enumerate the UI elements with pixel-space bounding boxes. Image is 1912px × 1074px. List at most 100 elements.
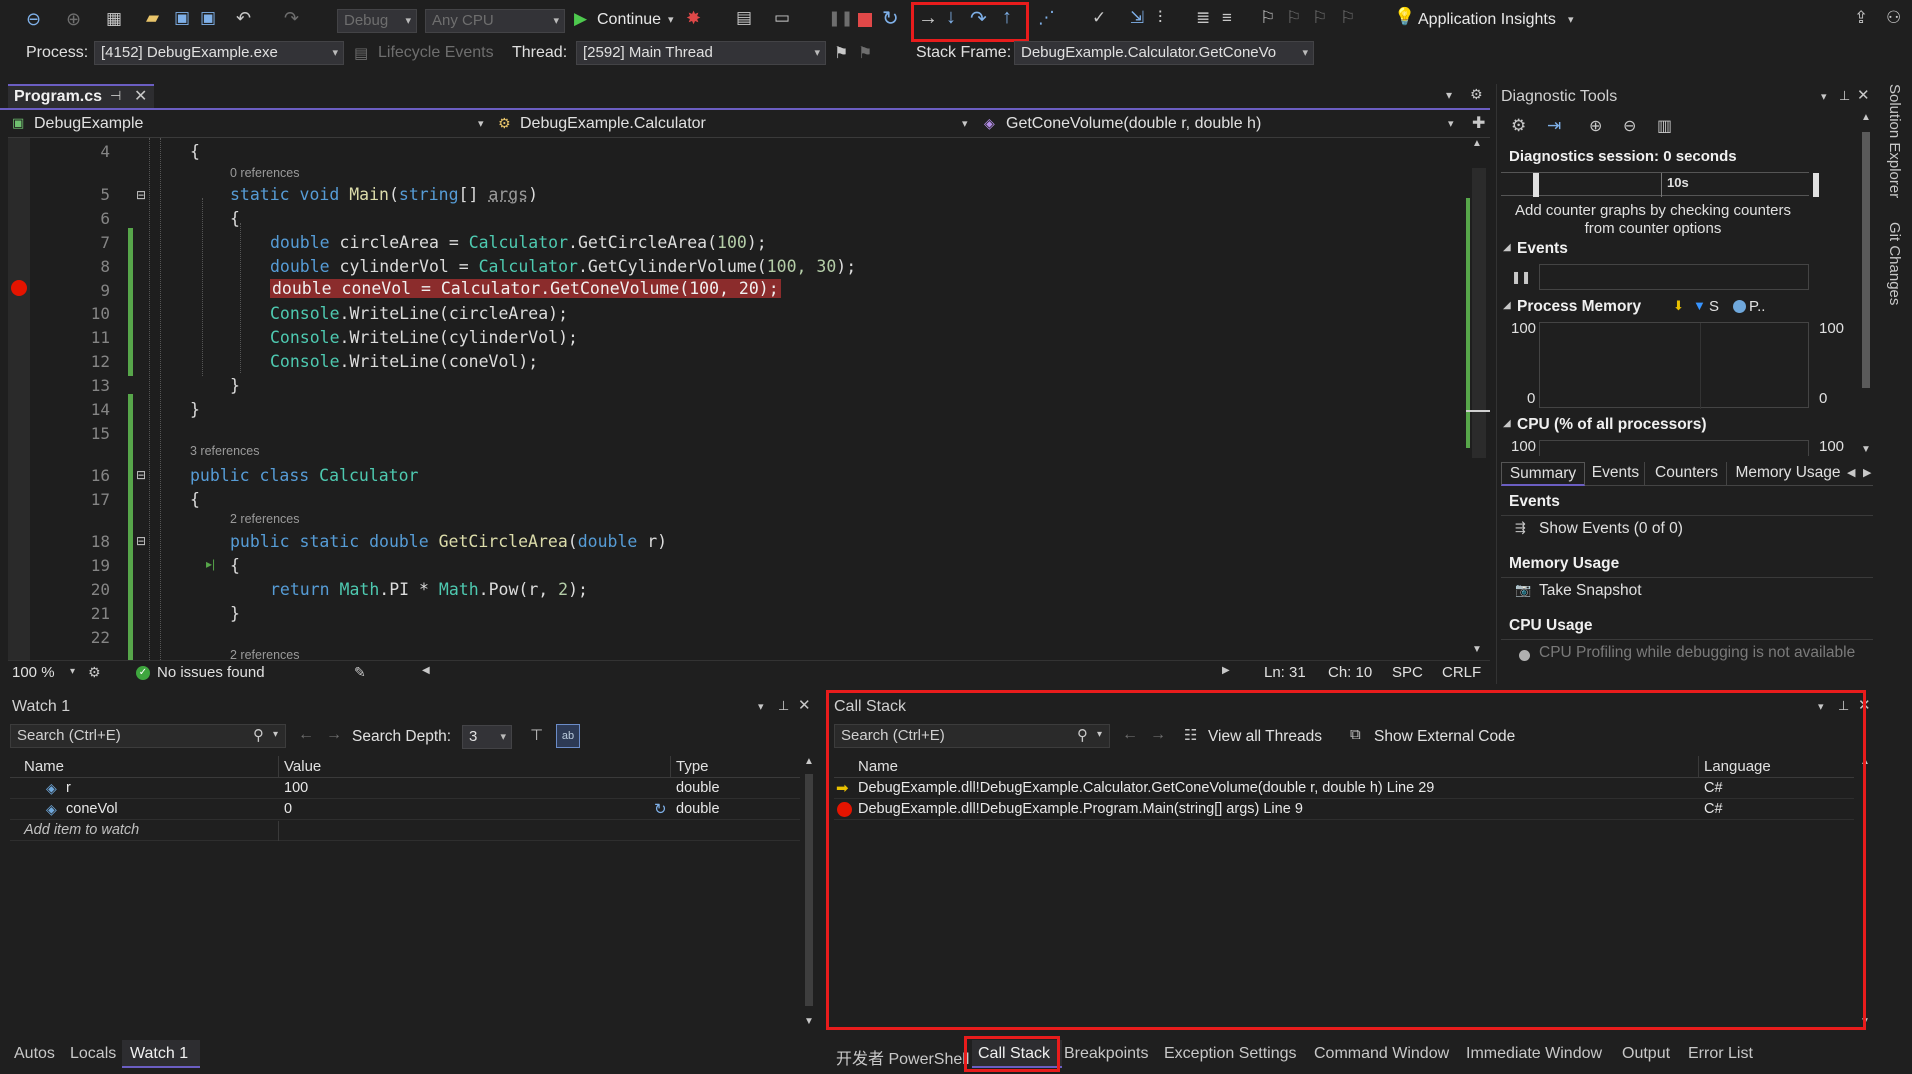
- diag-settings-icon[interactable]: ⚙: [1511, 116, 1526, 136]
- nav-project-dropdown[interactable]: DebugExample: [34, 115, 143, 133]
- diag-tabs-left-icon[interactable]: ◀: [1847, 466, 1855, 479]
- scroll-left-icon[interactable]: ◀: [422, 665, 430, 676]
- restart-icon[interactable]: ↻: [882, 6, 899, 31]
- watch-scrollbar[interactable]: ▲ ▼: [802, 756, 816, 1032]
- callstack-scrollbar[interactable]: ▲ ▼: [1858, 756, 1872, 1032]
- hot-reload-icon[interactable]: ✸: [686, 8, 701, 29]
- zoom-chevron-icon[interactable]: ▾: [70, 666, 75, 677]
- watch-scroll-thumb[interactable]: [805, 774, 813, 1006]
- save-all-icon[interactable]: ▣: [200, 8, 216, 28]
- indent-icon[interactable]: ≣: [1196, 8, 1210, 28]
- col-divider[interactable]: [670, 756, 671, 778]
- watch-pin-icon[interactable]: ⊥: [778, 698, 789, 714]
- table-row[interactable]: ➡ DebugExample.dll!DebugExample.Calculat…: [834, 779, 1854, 799]
- memory-expand-icon[interactable]: ◢: [1503, 300, 1511, 311]
- diag-scroll-thumb[interactable]: [1862, 132, 1870, 388]
- search-depth-dropdown[interactable]: 3: [462, 725, 512, 749]
- watch-scroll-up-icon[interactable]: ▲: [804, 756, 814, 767]
- split-editor-icon[interactable]: ✚: [1472, 113, 1485, 133]
- tab-watch-1[interactable]: Watch 1: [122, 1040, 200, 1068]
- code-editor[interactable]: ⊟ ⊟ ⊟ 4 5 6 7 8 9 10 11 12 13 14 15 16 1…: [8, 138, 1474, 660]
- breakpoint-margin[interactable]: [8, 138, 30, 660]
- redo-icon[interactable]: ↷: [284, 8, 299, 29]
- tab-call-stack[interactable]: Call Stack: [972, 1040, 1062, 1068]
- continue-dropdown-icon[interactable]: ▾: [668, 13, 674, 26]
- search-back-icon[interactable]: ←: [298, 726, 314, 744]
- side-tab-git-changes[interactable]: Git Changes: [1884, 222, 1908, 332]
- nav-class-dropdown[interactable]: DebugExample.Calculator: [520, 115, 706, 133]
- callstack-search-input[interactable]: Search (Ctrl+E) ⚲ ▾: [834, 724, 1110, 748]
- watch-row-value[interactable]: 0: [284, 801, 292, 817]
- run-to-click-icon[interactable]: ▸|: [206, 557, 215, 571]
- process-dropdown[interactable]: [4152] DebugExample.exe: [94, 41, 344, 65]
- tab-breakpoints[interactable]: Breakpoints: [1064, 1045, 1149, 1063]
- undo-icon[interactable]: ↶: [236, 8, 251, 29]
- search-back-icon[interactable]: ←: [1122, 726, 1138, 744]
- scroll-right-icon[interactable]: ▶: [1222, 665, 1230, 676]
- diag-export-icon[interactable]: ⇥: [1547, 116, 1561, 136]
- hex-display-icon[interactable]: ab: [556, 724, 580, 748]
- platform-dropdown[interactable]: Any CPU: [425, 9, 565, 33]
- scroll-up-icon[interactable]: ▲: [1472, 138, 1482, 149]
- account-icon[interactable]: ⚇: [1886, 8, 1901, 28]
- line-ending-indicator[interactable]: CRLF: [1442, 664, 1481, 681]
- editor-scrollbar[interactable]: ▲ ▼: [1466, 138, 1490, 660]
- tab-immediate-window[interactable]: Immediate Window: [1466, 1045, 1602, 1063]
- diag-scroll-down-icon[interactable]: ▼: [1861, 444, 1871, 455]
- events-expand-icon[interactable]: ◢: [1503, 242, 1511, 253]
- zoom-dropdown[interactable]: 100 %: [12, 664, 55, 681]
- search-forward-icon[interactable]: →: [1150, 726, 1166, 744]
- tab-command-window[interactable]: Command Window: [1314, 1045, 1449, 1063]
- show-events-link[interactable]: Show Events (0 of 0): [1539, 520, 1683, 538]
- watch-col-value[interactable]: Value: [284, 758, 321, 775]
- watch-col-name[interactable]: Name: [24, 758, 64, 775]
- tab-locals[interactable]: Locals: [70, 1045, 116, 1063]
- line-indicator[interactable]: Ln: 31: [1264, 664, 1306, 681]
- collapse-class-icon[interactable]: ⊟: [136, 468, 146, 482]
- save-icon[interactable]: ▣: [174, 8, 190, 28]
- bookmark-prev-icon[interactable]: ⚐: [1286, 8, 1301, 28]
- copilot-icon[interactable]: ⚙: [88, 664, 101, 681]
- bookmark-clear-icon[interactable]: ⚐: [1340, 8, 1355, 28]
- diag-scrollbar[interactable]: ▲ ▼: [1859, 112, 1873, 460]
- zoom-in-icon[interactable]: ⊕: [1589, 116, 1602, 136]
- diag-pin-icon[interactable]: ⊥: [1839, 88, 1850, 104]
- show-external-code-button[interactable]: Show External Code: [1374, 728, 1515, 746]
- view-all-threads-button[interactable]: View all Threads: [1208, 728, 1322, 746]
- cpu-expand-icon[interactable]: ◢: [1503, 418, 1511, 429]
- events-pause-icon[interactable]: ❚❚: [1511, 270, 1531, 284]
- timeline-handle-left[interactable]: [1533, 173, 1539, 197]
- lifecycle-icon[interactable]: ▤: [354, 44, 368, 62]
- hot-path-icon[interactable]: ⋰: [1038, 8, 1055, 28]
- col-divider[interactable]: [278, 756, 279, 778]
- watch-close-icon[interactable]: ✕: [798, 696, 811, 714]
- breakpoint-icon[interactable]: [11, 280, 27, 296]
- search-options-icon[interactable]: ▾: [1097, 729, 1102, 740]
- tab-exception-settings[interactable]: Exception Settings: [1164, 1045, 1297, 1063]
- watch-dropdown-icon[interactable]: ▾: [758, 700, 764, 713]
- diag-scroll-up-icon[interactable]: ▲: [1861, 112, 1871, 123]
- tab-output[interactable]: Output: [1622, 1045, 1670, 1063]
- table-row[interactable]: ◈ r 100 double: [10, 779, 800, 799]
- col-divider[interactable]: [1698, 756, 1699, 778]
- zoom-out-icon[interactable]: ⊖: [1623, 116, 1636, 136]
- back-icon[interactable]: ⊖: [26, 9, 41, 30]
- timeline-handle-right[interactable]: [1813, 173, 1819, 197]
- flag-all-icon[interactable]: ⚑: [858, 43, 872, 63]
- step-into-icon[interactable]: ↓: [946, 6, 956, 29]
- pause-icon[interactable]: ❚❚: [828, 9, 853, 27]
- search-icon[interactable]: ⚲: [1077, 726, 1088, 744]
- diag-tab-summary[interactable]: Summary: [1501, 462, 1585, 486]
- layout-icon[interactable]: ▭: [774, 8, 790, 28]
- show-next-statement-icon[interactable]: →: [918, 7, 938, 30]
- callstack-col-language[interactable]: Language: [1704, 758, 1771, 775]
- table-row[interactable]: DebugExample.dll!DebugExample.Program.Ma…: [834, 800, 1854, 820]
- nav-class-chevron-icon[interactable]: ▾: [962, 117, 968, 130]
- refresh-value-icon[interactable]: ↻: [654, 800, 667, 818]
- column-indicator[interactable]: Ch: 10: [1328, 664, 1372, 681]
- watch-col-type[interactable]: Type: [676, 758, 709, 775]
- outdent-icon[interactable]: ≡: [1222, 8, 1232, 28]
- diag-dropdown-icon[interactable]: ▾: [1821, 90, 1827, 103]
- thread-dropdown[interactable]: [2592] Main Thread: [576, 41, 826, 65]
- tab-developer-powershell[interactable]: 开发者 PowerShell: [836, 1045, 972, 1069]
